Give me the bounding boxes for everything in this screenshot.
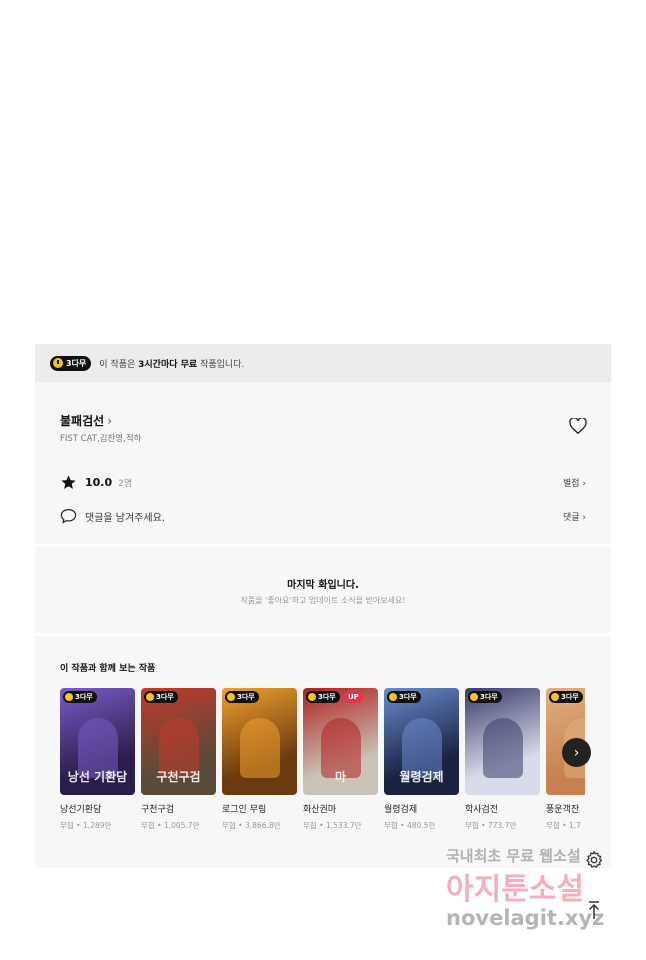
like-button[interactable]	[569, 417, 587, 438]
free-badge-label: 3다무	[75, 693, 93, 701]
free-badge-label: 3다무	[318, 693, 336, 701]
comment-row[interactable]: 댓글을 남겨주세요. 댓글 ›	[60, 506, 586, 526]
cover-title: 구천구검	[156, 770, 201, 784]
clock-icon	[308, 693, 316, 701]
cover-figure	[483, 718, 523, 778]
free-badge: 3다무	[225, 691, 259, 703]
recommendation-carousel: 3다무 낭선 기환담 낭선기환담 무협 • 1,289만 3다무 구천구검 구천구검 무협 •…	[60, 688, 585, 848]
recommendation-card[interactable]: 3다무 구천구검 구천구검 무협 • 1,005.7만	[141, 688, 216, 831]
recommendation-card[interactable]: 3다무낭선 기환담낭선기환담무협 • 1,289만	[60, 688, 135, 831]
gear-icon	[586, 851, 603, 868]
comment-prompt: 댓글을 남겨주세요.	[85, 512, 165, 524]
free-badge: 3다무	[306, 691, 340, 703]
rating-count: 2명	[118, 478, 133, 489]
clock-icon	[470, 693, 478, 701]
banner-text-suffix: 작품입니다.	[197, 359, 245, 370]
recommendation-card[interactable]: 3다무로그인 무림무협 • 3,866.8만	[222, 688, 297, 831]
arrow-up-icon	[588, 901, 600, 919]
recommendations-heading: 이 작품과 함께 보는 작품	[60, 664, 156, 674]
free-badge: 3다무	[63, 691, 97, 703]
free-badge: 3다무	[468, 691, 502, 703]
cover-title: 월령검제	[399, 770, 444, 784]
chevron-right-icon: ›	[573, 744, 580, 761]
cover-title: 마	[334, 770, 347, 784]
last-episode-title: 마지막 화입니다.	[287, 580, 359, 591]
cover-title: 낭선 기환담	[67, 770, 128, 784]
work-name: 구천구검	[141, 805, 175, 815]
chevron-right-icon: ›	[107, 414, 112, 428]
star-icon	[61, 474, 76, 489]
free-badge: 3다무	[387, 691, 421, 703]
cover-figure	[240, 718, 280, 778]
free-badge-label: 3다무	[561, 693, 579, 701]
update-badge: UP	[344, 691, 363, 703]
work-name: 낭선기환담	[60, 805, 102, 815]
chevron-right-icon: ›	[582, 478, 586, 489]
clock-icon	[389, 693, 397, 701]
carousel-next-button[interactable]: ›	[562, 738, 591, 767]
chevron-right-icon: ›	[582, 512, 586, 523]
work-authors: FIST CAT,김찬영,적하	[60, 434, 142, 444]
cover-image[interactable]: 3다무월령검제	[384, 688, 459, 795]
work-meta: 무협 • 1,7	[546, 821, 581, 830]
last-episode-panel: 마지막 화입니다. 작품을 '좋아요'하고 업데이트 소식을 받아보세요!	[35, 546, 611, 633]
work-name: 로그인 무림	[222, 805, 267, 815]
recommendations-panel: 이 작품과 함께 보는 작품 3다무낭선 기환담낭선기환담무협 • 1,289만…	[35, 636, 611, 868]
recommendation-card[interactable]: 3다무학사검전무협 • 773.7만	[465, 688, 540, 831]
scroll-top-button[interactable]	[586, 900, 602, 924]
work-meta: 무협 • 1,005.7만	[141, 821, 200, 830]
free-badge: 3다무	[144, 691, 178, 703]
clock-icon	[551, 693, 559, 701]
clock-icon	[227, 693, 235, 701]
free-badge: 3다무	[549, 691, 583, 703]
cover-image[interactable]: 3다무낭선 기환담	[60, 688, 135, 795]
cover-image[interactable]: 3다무	[465, 688, 540, 795]
free-badge-label: 3다무	[480, 693, 498, 701]
work-name: 풍운객잔	[546, 805, 580, 815]
free-badge-label: 3다무	[399, 693, 417, 701]
cover-image[interactable]: 3다무	[222, 688, 297, 795]
work-title: 불패검선	[60, 414, 105, 428]
recommendation-card[interactable]: 3다무 월령검제 월령검제 무협 • 480.5만	[384, 688, 459, 831]
recommendation-card[interactable]: 3다무 UP 마화산권마무협 • 1,533.7만	[303, 688, 378, 831]
banner-text: 이 작품은 3시간마다 무료 작품입니다.	[99, 357, 244, 370]
settings-button[interactable]	[584, 850, 604, 874]
work-info-panel: 불패검선 › FIST CAT,김찬영,적하 10.0 2명 별점 › 댓글을 남…	[35, 382, 611, 544]
work-meta: 무협 • 773.7만	[465, 821, 517, 830]
work-name: 화산권마	[303, 805, 337, 815]
last-episode-subtitle: 작품을 '좋아요'하고 업데이트 소식을 받아보세요!	[240, 596, 406, 605]
clock-icon	[53, 358, 63, 368]
banner-text-prefix: 이 작품은	[99, 359, 139, 370]
work-meta: 무협 • 480.5만	[384, 821, 436, 830]
comment-link-label: 댓글	[562, 512, 580, 523]
rating-row[interactable]: 10.0 2명 별점 ›	[60, 472, 586, 492]
clock-icon	[146, 693, 154, 701]
cover-image[interactable]: 3다무 UP 마	[303, 688, 378, 795]
free-badge-label: 3다무	[66, 358, 87, 368]
work-title-link[interactable]: 불패검선 ›	[60, 412, 112, 429]
rating-link[interactable]: 별점 ›	[563, 476, 586, 489]
free-badge-label: 3다무	[156, 693, 174, 701]
banner-text-bold: 3시간마다 무료	[138, 359, 198, 370]
work-name: 월령검제	[384, 805, 418, 815]
free-badge-label: 3다무	[237, 693, 255, 701]
rating-score: 10.0	[85, 475, 113, 489]
free-badge: 3다무	[50, 355, 92, 371]
cover-image[interactable]: 3다무구천구검	[141, 688, 216, 795]
heart-icon	[569, 417, 587, 435]
clock-icon	[65, 693, 73, 701]
rating-link-label: 별점	[562, 478, 580, 489]
work-meta: 무협 • 1,533.7만	[303, 821, 362, 830]
comment-link[interactable]: 댓글 ›	[563, 510, 586, 523]
comment-icon	[60, 509, 77, 524]
free-banner: 3다무 이 작품은 3시간마다 무료 작품입니다.	[35, 344, 611, 382]
work-name: 학사검전	[465, 805, 499, 815]
work-meta: 무협 • 3,866.8만	[222, 821, 281, 830]
work-meta: 무협 • 1,289만	[60, 821, 112, 830]
